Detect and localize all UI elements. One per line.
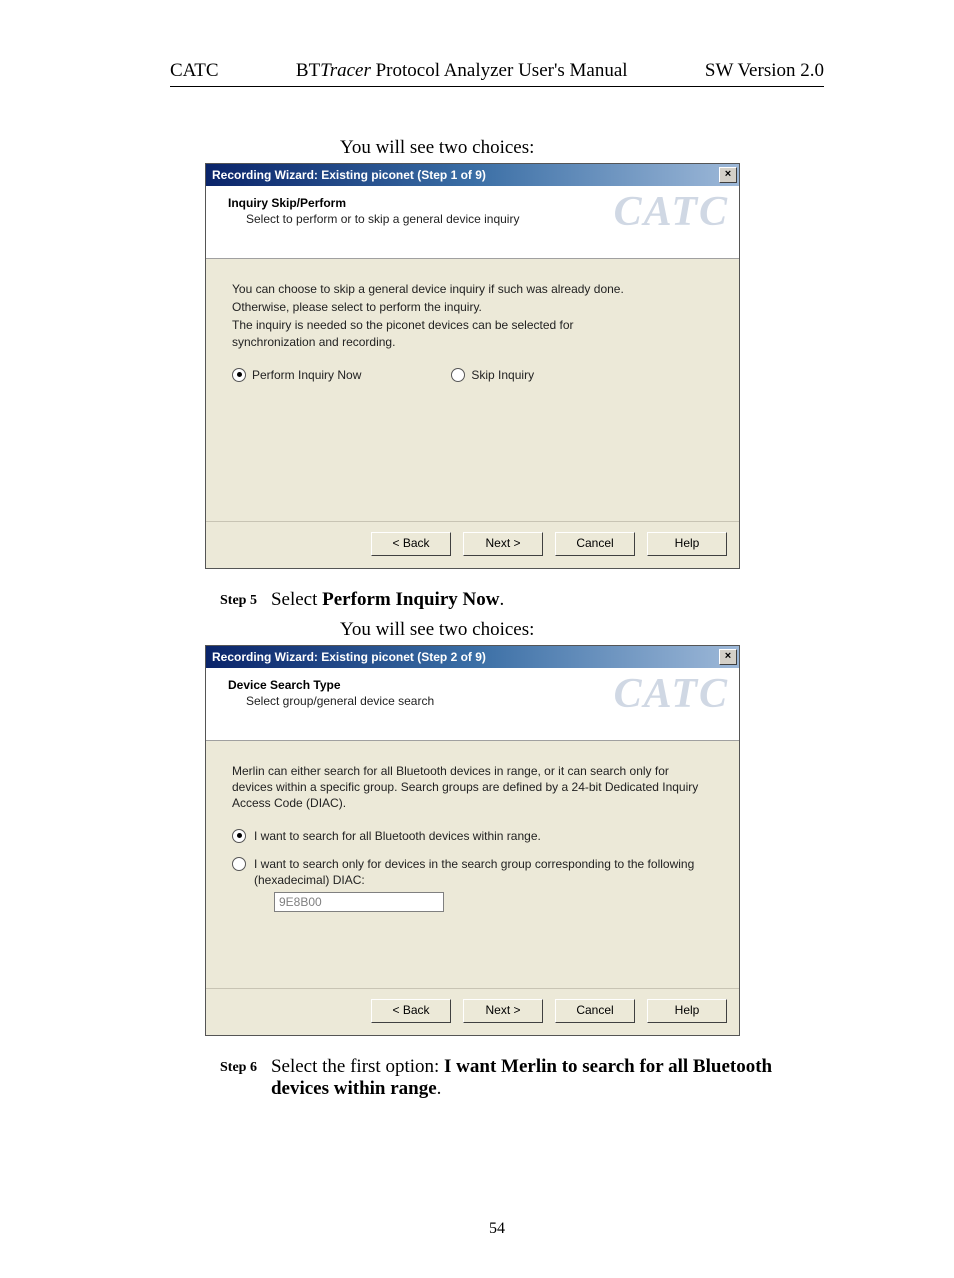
step5-label: Step 5 [220, 589, 257, 611]
radio-search-diac-group[interactable]: I want to search only for devices in the… [232, 856, 713, 912]
page-header: CATC BTTracer Protocol Analyzer User's M… [170, 60, 824, 87]
page-number: 54 [170, 1220, 824, 1238]
dialog2-banner-title: Device Search Type [228, 678, 725, 692]
dialog1-button-row: < Back Next > Cancel Help [206, 521, 739, 568]
radio-icon [232, 829, 246, 843]
dialog2-button-row: < Back Next > Cancel Help [206, 988, 739, 1035]
step5-line: Step 5 Select Perform Inquiry Now. [220, 589, 824, 611]
header-left: CATC [170, 60, 219, 82]
dialog1-body: You can choose to skip a general device … [206, 259, 739, 521]
intro-text-1: You will see two choices: [340, 137, 824, 159]
dialog2-banner: CATC Device Search Type Select group/gen… [206, 668, 739, 741]
help-button[interactable]: Help [647, 532, 727, 556]
cancel-button[interactable]: Cancel [555, 532, 635, 556]
radio-icon [451, 368, 465, 382]
radio-search-all-devices[interactable]: I want to search for all Bluetooth devic… [232, 828, 713, 844]
dialog2-title: Recording Wizard: Existing piconet (Step… [212, 650, 486, 664]
step6-line: Step 6 Select the first option: I want M… [220, 1056, 824, 1100]
dialog1-para2: Otherwise, please select to perform the … [232, 299, 713, 315]
close-icon[interactable]: × [719, 167, 737, 183]
radio-perform-inquiry-now[interactable]: Perform Inquiry Now [232, 368, 361, 382]
header-center: BTTracer Protocol Analyzer User's Manual [219, 60, 705, 82]
intro-text-2: You will see two choices: [340, 619, 824, 641]
radio-perform-label: Perform Inquiry Now [252, 368, 361, 382]
radio-all-label: I want to search for all Bluetooth devic… [254, 828, 713, 844]
dialog1-banner-title: Inquiry Skip/Perform [228, 196, 725, 210]
dialog2-para: Merlin can either search for all Bluetoo… [232, 763, 712, 812]
next-button[interactable]: Next > [463, 532, 543, 556]
recording-wizard-dialog-step1: Recording Wizard: Existing piconet (Step… [205, 163, 740, 569]
step6-label: Step 6 [220, 1056, 257, 1100]
back-button[interactable]: < Back [371, 999, 451, 1023]
dialog2-body: Merlin can either search for all Bluetoo… [206, 741, 739, 988]
radio-skip-inquiry[interactable]: Skip Inquiry [451, 368, 534, 382]
radio-skip-label: Skip Inquiry [471, 368, 534, 382]
step5-text: Select Perform Inquiry Now. [271, 589, 824, 611]
step6-text: Select the first option: I want Merlin t… [271, 1056, 824, 1100]
help-button[interactable]: Help [647, 999, 727, 1023]
next-button[interactable]: Next > [463, 999, 543, 1023]
back-button[interactable]: < Back [371, 532, 451, 556]
radio-icon [232, 857, 246, 871]
radio-diac-label: I want to search only for devices in the… [254, 856, 713, 912]
cancel-button[interactable]: Cancel [555, 999, 635, 1023]
diac-input[interactable] [274, 892, 444, 912]
dialog1-para3: The inquiry is needed so the piconet dev… [232, 317, 582, 349]
dialog2-banner-sub: Select group/general device search [246, 694, 725, 708]
close-icon[interactable]: × [719, 649, 737, 665]
dialog1-title: Recording Wizard: Existing piconet (Step… [212, 168, 486, 182]
dialog1-banner-sub: Select to perform or to skip a general d… [246, 212, 725, 226]
recording-wizard-dialog-step2: Recording Wizard: Existing piconet (Step… [205, 645, 740, 1036]
radio-icon [232, 368, 246, 382]
dialog1-para1: You can choose to skip a general device … [232, 281, 713, 297]
header-right: SW Version 2.0 [705, 60, 824, 82]
dialog1-titlebar: Recording Wizard: Existing piconet (Step… [206, 164, 739, 186]
dialog1-banner: CATC Inquiry Skip/Perform Select to perf… [206, 186, 739, 259]
dialog2-titlebar: Recording Wizard: Existing piconet (Step… [206, 646, 739, 668]
